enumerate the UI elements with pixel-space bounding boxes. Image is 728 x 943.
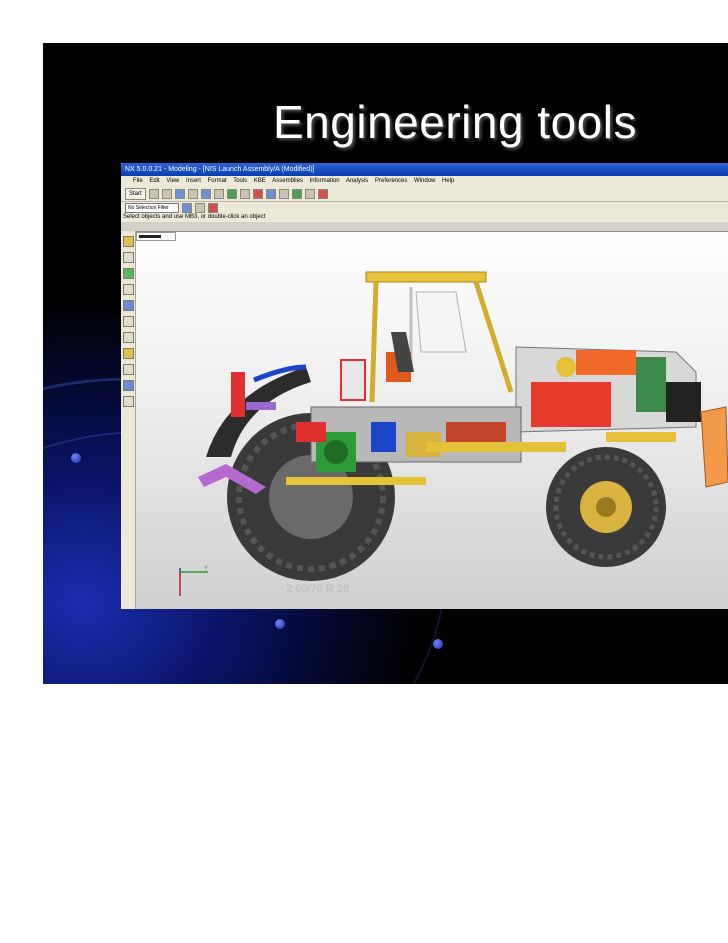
wcs-triad-icon: Y bbox=[179, 566, 208, 596]
cut-icon[interactable] bbox=[187, 189, 198, 199]
menu-assemblies[interactable]: Assemblies bbox=[272, 178, 303, 184]
decorative-dot bbox=[433, 639, 443, 649]
menu-kbe[interactable]: KBE bbox=[254, 178, 266, 184]
tractor-model-icon: 2.60/70 R 28 bbox=[198, 271, 728, 595]
measure-icon[interactable] bbox=[304, 189, 315, 199]
menu-information[interactable]: Information bbox=[310, 178, 340, 184]
menu-tools[interactable]: Tools bbox=[233, 178, 247, 184]
render-icon[interactable] bbox=[252, 189, 263, 199]
point-icon[interactable] bbox=[208, 202, 218, 213]
window-title: NX 5.0.0.21 - Modeling - [NIS Launch Ass… bbox=[121, 163, 728, 176]
slide: Engineering tools NX 5.0.0.21 - Modeling… bbox=[43, 43, 728, 684]
menu-edit[interactable]: Edit bbox=[149, 178, 159, 184]
decorative-dot bbox=[275, 619, 285, 629]
process-icon[interactable] bbox=[122, 364, 134, 375]
shade-icon[interactable] bbox=[265, 189, 276, 199]
triad-y-label: Y bbox=[204, 566, 208, 572]
history-icon[interactable] bbox=[122, 316, 134, 327]
navigator-icon[interactable] bbox=[122, 236, 134, 247]
assembly-icon[interactable] bbox=[122, 268, 134, 279]
cad-app-window: NX 5.0.0.21 - Modeling - [NIS Launch Ass… bbox=[121, 163, 728, 609]
part-icon[interactable] bbox=[122, 252, 134, 263]
menu-insert[interactable]: Insert bbox=[186, 178, 201, 184]
front-tire-icon bbox=[546, 447, 666, 567]
menu-view[interactable]: View bbox=[166, 178, 179, 184]
layer-icon[interactable] bbox=[291, 189, 302, 199]
fit-icon[interactable] bbox=[213, 189, 224, 199]
selection-filter-select[interactable]: No Selection Filter bbox=[125, 202, 179, 213]
filter-icon[interactable] bbox=[182, 202, 192, 213]
tire-label: 2.60/70 R 28 bbox=[286, 583, 349, 595]
save-icon[interactable] bbox=[174, 189, 185, 199]
start-button[interactable]: Start bbox=[125, 188, 146, 200]
main-toolbar: Start bbox=[121, 187, 728, 202]
menu-window[interactable]: Window bbox=[414, 178, 435, 184]
palette-icon[interactable] bbox=[122, 348, 134, 359]
rotate-icon[interactable] bbox=[226, 189, 237, 199]
graphics-viewport[interactable]: 2.60/70 R 28 Y bbox=[136, 231, 728, 609]
snap-icon[interactable] bbox=[195, 202, 205, 213]
selection-bar: No Selection Filter bbox=[121, 202, 728, 213]
menu-preferences[interactable]: Preferences bbox=[375, 178, 407, 184]
system-icon[interactable] bbox=[122, 396, 134, 407]
reuse-icon[interactable] bbox=[122, 300, 134, 311]
web-icon[interactable] bbox=[122, 332, 134, 343]
menu-format[interactable]: Format bbox=[208, 178, 227, 184]
cue-line: Select objects and use MB3, or double-cl… bbox=[121, 213, 728, 222]
resource-bar bbox=[121, 231, 136, 609]
open-icon[interactable] bbox=[161, 189, 172, 199]
analysis-icon[interactable] bbox=[317, 189, 328, 199]
new-icon[interactable] bbox=[148, 189, 159, 199]
menu-analysis[interactable]: Analysis bbox=[346, 178, 368, 184]
view-icon[interactable] bbox=[200, 189, 211, 199]
constraint-icon[interactable] bbox=[122, 284, 134, 295]
menu-bar: File Edit View Insert Format Tools KBE A… bbox=[121, 176, 728, 187]
engine-icon bbox=[515, 346, 701, 442]
menu-help[interactable]: Help bbox=[442, 178, 454, 184]
menu-file[interactable]: File bbox=[133, 178, 143, 184]
zoom-icon[interactable] bbox=[278, 189, 289, 199]
decorative-dot bbox=[71, 453, 81, 463]
cab-icon bbox=[340, 271, 514, 403]
pan-icon[interactable] bbox=[239, 189, 250, 199]
roles-icon[interactable] bbox=[122, 380, 134, 391]
slide-title: Engineering tools bbox=[273, 96, 637, 148]
